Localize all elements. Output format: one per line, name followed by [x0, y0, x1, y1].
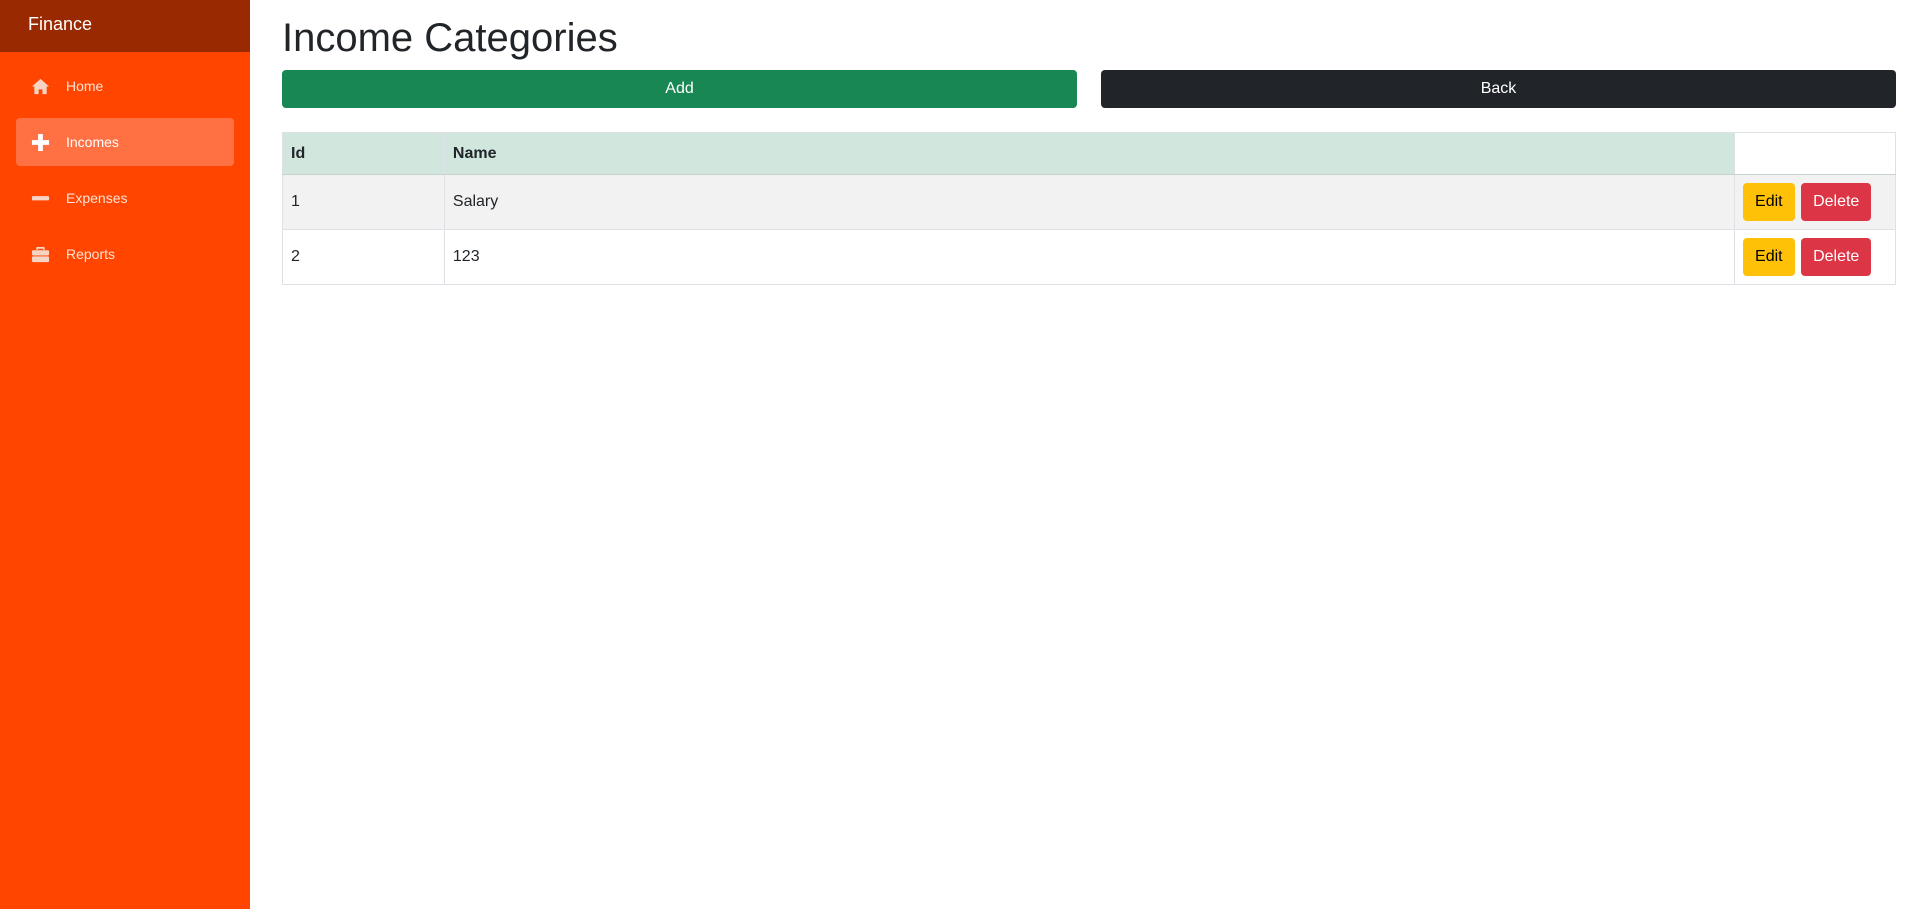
sidebar-item-label: Home [66, 78, 104, 94]
sidebar-item-label: Expenses [66, 190, 128, 206]
cell-actions: Edit Delete [1734, 229, 1896, 285]
table-row: 1 Salary Edit Delete [282, 174, 1896, 230]
categories-table: Id Name 1 Salary Edit Delete 2 123 Edit … [282, 132, 1896, 285]
app-window: Finance Home Incomes Expenses Reports In… [0, 0, 1920, 909]
briefcase-icon [31, 245, 50, 264]
sidebar-item-reports[interactable]: Reports [16, 230, 234, 278]
cell-name: Salary [443, 174, 1736, 230]
plus-icon [31, 133, 50, 152]
sidebar-item-expenses[interactable]: Expenses [16, 174, 234, 222]
column-header-name: Name [443, 132, 1736, 175]
sidebar-item-incomes[interactable]: Incomes [16, 118, 234, 166]
edit-button[interactable]: Edit [1743, 238, 1795, 276]
cell-id: 1 [282, 174, 445, 230]
cell-name: 123 [443, 229, 1736, 285]
sidebar: Finance Home Incomes Expenses Reports [0, 0, 250, 909]
sidebar-nav: Home Incomes Expenses Reports [0, 52, 250, 278]
action-bar: Add Back [282, 70, 1896, 108]
cell-id: 2 [282, 229, 445, 285]
minus-icon [31, 189, 50, 208]
table-header-row: Id Name [282, 132, 1896, 175]
page-title: Income Categories [282, 16, 618, 60]
delete-button[interactable]: Delete [1801, 238, 1872, 276]
main-content: Income Categories Add Back Id Name 1 Sal… [282, 0, 1896, 285]
edit-button[interactable]: Edit [1743, 183, 1795, 221]
table-row: 2 123 Edit Delete [282, 229, 1896, 285]
add-button[interactable]: Add [282, 70, 1077, 108]
back-button[interactable]: Back [1101, 70, 1896, 108]
delete-button[interactable]: Delete [1801, 183, 1872, 221]
sidebar-item-label: Reports [66, 246, 116, 262]
cell-actions: Edit Delete [1734, 174, 1896, 230]
sidebar-item-home[interactable]: Home [16, 62, 234, 110]
sidebar-item-label: Incomes [66, 134, 119, 150]
column-header-actions [1734, 132, 1896, 175]
column-header-id: Id [282, 132, 445, 175]
brand-title[interactable]: Finance [0, 0, 250, 52]
home-icon [31, 77, 50, 96]
